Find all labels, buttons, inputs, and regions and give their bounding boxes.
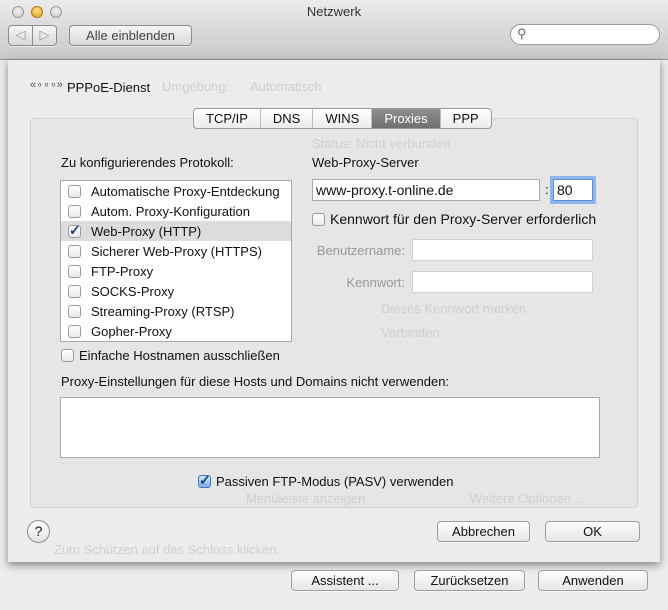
protocol-label: Gopher-Proxy xyxy=(91,323,172,339)
username-input[interactable] xyxy=(412,239,593,261)
protocol-label: Automatische Proxy-Entdeckung xyxy=(91,183,280,199)
lock-hint: Zum Schützen auf das Schloss klicken. xyxy=(54,542,281,557)
status-text: Status: Nicht verbunden xyxy=(312,136,451,151)
checkbox[interactable] xyxy=(68,184,81,198)
checkbox[interactable] xyxy=(68,204,81,218)
protocol-item[interactable]: SOCKS-Proxy xyxy=(61,281,291,301)
window-title: Netzwerk xyxy=(306,4,362,19)
menubar-option: Menüleiste anzeigen xyxy=(246,491,366,506)
tab-bar: TCP/IP DNS WINS Proxies PPP xyxy=(193,108,492,129)
ppp-service-icon: «∘∘∘» xyxy=(30,79,63,91)
tab-proxies[interactable]: Proxies xyxy=(372,109,441,128)
protocol-list: Automatische Proxy-Entdeckung Autom. Prox… xyxy=(60,180,292,342)
password-label: Kennwort: xyxy=(346,275,405,290)
checkbox[interactable] xyxy=(68,324,81,338)
protocol-item[interactable]: Gopher-Proxy xyxy=(61,321,291,341)
search-input[interactable]: ⚲ xyxy=(510,24,660,45)
show-all-button[interactable]: Alle einblenden xyxy=(69,25,192,46)
protocol-item[interactable]: Autom. Proxy-Konfiguration xyxy=(61,201,291,221)
apply-button[interactable]: Anwenden xyxy=(538,570,648,591)
protocol-item[interactable]: FTP-Proxy xyxy=(61,261,291,281)
back-button[interactable]: ◁ xyxy=(8,25,33,46)
bypass-textarea[interactable] xyxy=(60,397,600,458)
more-options-button: Weitere Optionen ... xyxy=(470,491,586,506)
assistant-button[interactable]: Assistent ... xyxy=(291,570,399,591)
checkbox[interactable] xyxy=(68,284,81,298)
revert-button[interactable]: Zurücksetzen xyxy=(414,570,525,591)
protocol-label: Sicherer Web-Proxy (HTTPS) xyxy=(91,243,262,259)
protocol-item[interactable]: Streaming-Proxy (RTSP) xyxy=(61,301,291,321)
protocol-item[interactable]: Automatische Proxy-Entdeckung xyxy=(61,181,291,201)
password-required-label: Kennwort für den Proxy-Server erforderli… xyxy=(330,211,597,227)
exclude-simple-checkbox[interactable]: Einfache Hostnamen ausschließen xyxy=(61,348,280,363)
tab-wins[interactable]: WINS xyxy=(313,109,373,128)
passive-ftp-label: Passiven FTP-Modus (PASV) verwenden xyxy=(216,474,454,489)
protocol-label: Streaming-Proxy (RTSP) xyxy=(91,303,235,319)
search-icon: ⚲ xyxy=(517,26,527,41)
username-label: Benutzername: xyxy=(316,243,405,258)
checkbox[interactable] xyxy=(68,244,81,258)
tab-ppp[interactable]: PPP xyxy=(441,109,491,128)
tab-tcpip[interactable]: TCP/IP xyxy=(194,109,261,128)
protocol-item[interactable]: Sicherer Web-Proxy (HTTPS) xyxy=(61,241,291,261)
ok-button[interactable]: OK xyxy=(545,521,640,542)
server-label: Web-Proxy-Server xyxy=(312,155,419,170)
checkbox[interactable] xyxy=(68,304,81,318)
help-button[interactable]: ? xyxy=(27,520,50,543)
server-input[interactable]: www-proxy.t-online.de xyxy=(312,179,540,201)
port-input[interactable]: 80 xyxy=(553,179,593,201)
forward-button[interactable]: ▷ xyxy=(32,25,57,46)
bypass-label: Proxy-Einstellungen für diese Hosts und … xyxy=(61,374,450,389)
checkbox[interactable] xyxy=(61,349,74,362)
port-separator: : xyxy=(545,182,549,197)
protocol-label: FTP-Proxy xyxy=(91,263,154,279)
protocol-label: SOCKS-Proxy xyxy=(91,283,175,299)
checkbox[interactable] xyxy=(198,472,211,489)
remember-password: Dieses Kennwort merken xyxy=(381,301,527,316)
protocol-item[interactable]: Web-Proxy (HTTP) xyxy=(61,221,291,241)
password-input[interactable] xyxy=(412,271,593,293)
service-name: PPPoE-Dienst xyxy=(67,80,151,95)
protocol-label: Web-Proxy (HTTP) xyxy=(91,223,202,239)
cancel-button[interactable]: Abbrechen xyxy=(437,521,530,542)
checkbox[interactable] xyxy=(312,212,325,226)
location-label: Umgebung: xyxy=(162,79,230,94)
tab-dns[interactable]: DNS xyxy=(261,109,314,128)
passive-ftp-checkbox[interactable]: Passiven FTP-Modus (PASV) verwenden xyxy=(198,472,454,489)
checkbox[interactable] xyxy=(68,222,81,239)
exclude-simple-label: Einfache Hostnamen ausschließen xyxy=(79,348,280,363)
location-value: Automatisch xyxy=(250,79,322,94)
connect-button: Verbinden xyxy=(381,325,440,340)
protocol-label: Autom. Proxy-Konfiguration xyxy=(91,203,250,219)
protocol-label: Zu konfigurierendes Protokoll: xyxy=(61,155,234,170)
password-required-checkbox[interactable]: Kennwort für den Proxy-Server erforderli… xyxy=(312,211,596,227)
checkbox[interactable] xyxy=(68,264,81,278)
